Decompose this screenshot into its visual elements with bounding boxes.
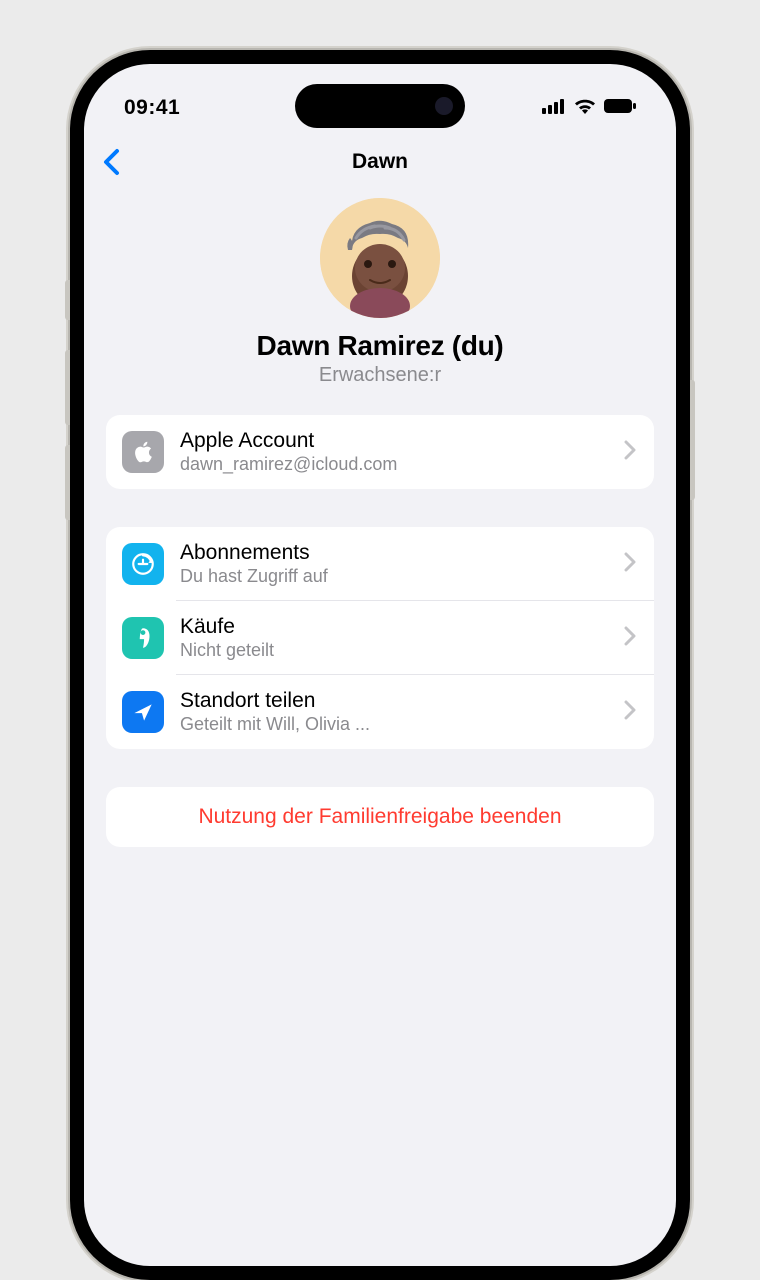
stop-family-sharing-button[interactable]: Nutzung der Familienfreigabe beenden [106, 787, 654, 847]
row-title: Abonnements [180, 540, 616, 565]
phone-frame: 09:41 Dawn [70, 50, 690, 1280]
profile-section: Dawn Ramirez (du) Erwachsene:r [84, 190, 676, 415]
notch [295, 84, 465, 128]
page-title: Dawn [352, 150, 408, 174]
apple-icon [122, 431, 164, 473]
back-button[interactable] [102, 148, 120, 176]
row-subtitle: dawn_ramirez@icloud.com [180, 454, 616, 476]
battery-icon [604, 98, 636, 119]
row-subtitle: Geteilt mit Will, Olivia ... [180, 714, 616, 736]
account-group: Apple Account dawn_ramirez@icloud.com [106, 415, 654, 489]
chevron-right-icon [624, 552, 636, 577]
row-title: Käufe [180, 614, 616, 639]
chevron-right-icon [624, 700, 636, 725]
row-subtitle: Nicht geteilt [180, 640, 616, 662]
phone-screen: 09:41 Dawn [84, 64, 676, 1266]
profile-role: Erwachsene:r [319, 364, 441, 387]
purchases-icon [122, 617, 164, 659]
avatar [320, 198, 440, 318]
row-subtitle: Du hast Zugriff auf [180, 566, 616, 588]
apple-account-row[interactable]: Apple Account dawn_ramirez@icloud.com [106, 415, 654, 489]
status-time: 09:41 [124, 96, 180, 120]
cellular-icon [542, 98, 566, 119]
row-title: Standort teilen [180, 688, 616, 713]
subscriptions-row[interactable]: Abonnements Du hast Zugriff auf [106, 527, 654, 601]
profile-name: Dawn Ramirez (du) [257, 330, 504, 362]
purchases-row[interactable]: Käufe Nicht geteilt [106, 601, 654, 675]
chevron-right-icon [624, 440, 636, 465]
row-title: Apple Account [180, 428, 616, 453]
location-row[interactable]: Standort teilen Geteilt mit Will, Olivia… [106, 675, 654, 749]
wifi-icon [574, 98, 596, 119]
chevron-right-icon [624, 626, 636, 651]
location-icon [122, 691, 164, 733]
sharing-group: Abonnements Du hast Zugriff auf Käufe Ni… [106, 527, 654, 749]
subscriptions-icon [122, 543, 164, 585]
nav-bar: Dawn [84, 134, 676, 190]
